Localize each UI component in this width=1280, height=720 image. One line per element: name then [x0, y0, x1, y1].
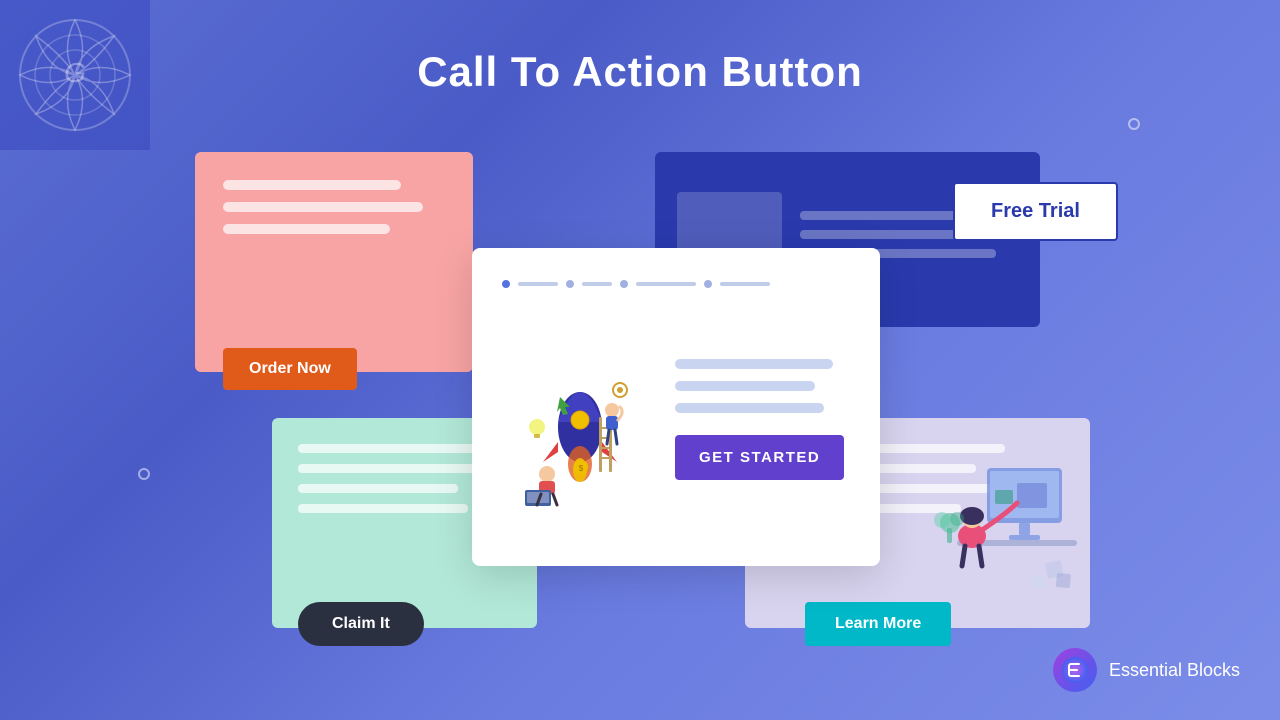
- rocket-svg: $: [505, 332, 655, 507]
- claim-it-button[interactable]: Claim It: [298, 602, 424, 646]
- page-title: Call To Action Button: [0, 48, 1280, 96]
- card-pink-line-3: [223, 224, 390, 234]
- card-pink-line-1: [223, 180, 401, 190]
- essential-blocks-label: Essential Blocks: [1109, 660, 1240, 681]
- top-line-4: [720, 282, 770, 286]
- card-mint-line-2: [298, 464, 490, 473]
- top-dot-4: [704, 280, 712, 288]
- content-line-3: [675, 403, 824, 413]
- get-started-button[interactable]: GET STARTED: [675, 435, 844, 480]
- card-pink: Order Now: [195, 152, 473, 372]
- top-dot-2: [566, 280, 574, 288]
- content-line-2: [675, 381, 815, 391]
- illustration-area: $: [502, 304, 657, 534]
- svg-text:$: $: [578, 464, 583, 473]
- essential-blocks-branding: Essential Blocks: [1053, 648, 1240, 692]
- free-trial-button[interactable]: Free Trial: [953, 182, 1118, 241]
- card-mint-line-4: [298, 504, 468, 513]
- card-center-top-bar: [502, 280, 850, 288]
- learn-more-button[interactable]: Learn More: [805, 602, 951, 646]
- top-line-1: [518, 282, 558, 286]
- top-line-3: [636, 282, 696, 286]
- decorative-circle-right: [1128, 118, 1140, 130]
- card-mint-line-1: [298, 444, 479, 453]
- card-pink-line-2: [223, 202, 423, 212]
- order-now-button[interactable]: Order Now: [223, 348, 357, 390]
- essential-blocks-icon: [1053, 648, 1097, 692]
- card-center-content: GET STARTED: [675, 304, 850, 534]
- card-center: $ GET STARTED: [472, 248, 880, 566]
- top-dot-3: [620, 280, 628, 288]
- desk-illustration: [927, 448, 1082, 628]
- top-line-2: [582, 282, 612, 286]
- top-dot-1: [502, 280, 510, 288]
- content-line-1: [675, 359, 833, 369]
- decorative-circle-left: [138, 468, 150, 480]
- card-mint-line-3: [298, 484, 458, 493]
- card-center-body: $ GET STARTED: [502, 304, 850, 534]
